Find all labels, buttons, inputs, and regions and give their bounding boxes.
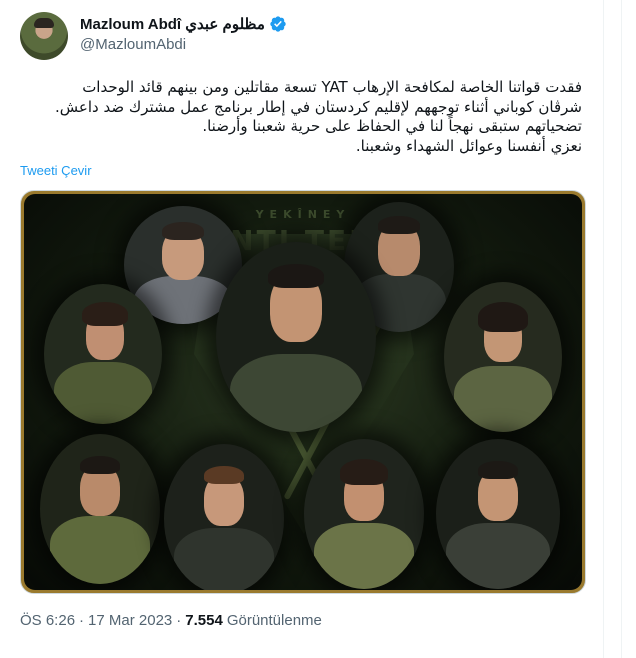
portrait bbox=[304, 439, 424, 589]
tweet-date[interactable]: 17 Mar 2023 bbox=[88, 612, 172, 629]
tweet-line: تضحياتهم ستبقى نهجاً لنا في الحفاظ على ح… bbox=[202, 117, 582, 135]
tweet-line: نعزي أنفسنا وعوائل الشهداء وشعبنا. bbox=[355, 136, 582, 155]
meta-separator: · bbox=[176, 612, 182, 629]
author-display-name[interactable]: Mazloum Abdî مظلوم عبدي bbox=[80, 15, 265, 33]
memorial-poster: YEKÎNEY ANTI TERO bbox=[24, 194, 582, 590]
portrait bbox=[164, 444, 284, 590]
portrait-center bbox=[216, 242, 376, 432]
author-name-row: Mazloum Abdî مظلوم عبدي bbox=[80, 14, 287, 34]
portrait bbox=[40, 434, 160, 584]
tweet-media-image[interactable]: YEKÎNEY ANTI TERO bbox=[20, 190, 586, 594]
portrait bbox=[44, 284, 162, 424]
views-label: Görüntülenme bbox=[226, 612, 322, 629]
right-column-edge bbox=[605, 0, 636, 658]
author-avatar[interactable] bbox=[20, 12, 68, 60]
tweet-card: Mazloum Abdî مظلوم عبدي @MazloumAbdi فقد… bbox=[0, 0, 604, 658]
verified-badge-icon bbox=[269, 15, 287, 33]
emblem-top-text: YEKÎNEY bbox=[255, 208, 351, 221]
views-count: 7.554 bbox=[185, 612, 223, 629]
tweet-line: فقدت قواتنا الخاصة لمكافحة الإرهاب YAT ت… bbox=[82, 78, 582, 96]
tweet-meta: ÖS 6:26 · 17 Mar 2023 · 7.554 Görüntülen… bbox=[20, 612, 322, 629]
tweet-body: فقدت قواتنا الخاصة لمكافحة الإرهاب YAT ت… bbox=[20, 78, 582, 156]
translate-tweet-link[interactable]: Tweeti Çevir bbox=[20, 163, 92, 178]
tweet-line: شرڤان كوباني أثناء توجههم لإقليم كردستان… bbox=[55, 97, 582, 116]
tweet-time[interactable]: ÖS 6:26 bbox=[20, 612, 75, 629]
portrait bbox=[436, 439, 560, 589]
author-handle[interactable]: @MazloumAbdi bbox=[80, 36, 186, 53]
portrait bbox=[444, 282, 562, 432]
meta-separator: · bbox=[79, 612, 85, 629]
